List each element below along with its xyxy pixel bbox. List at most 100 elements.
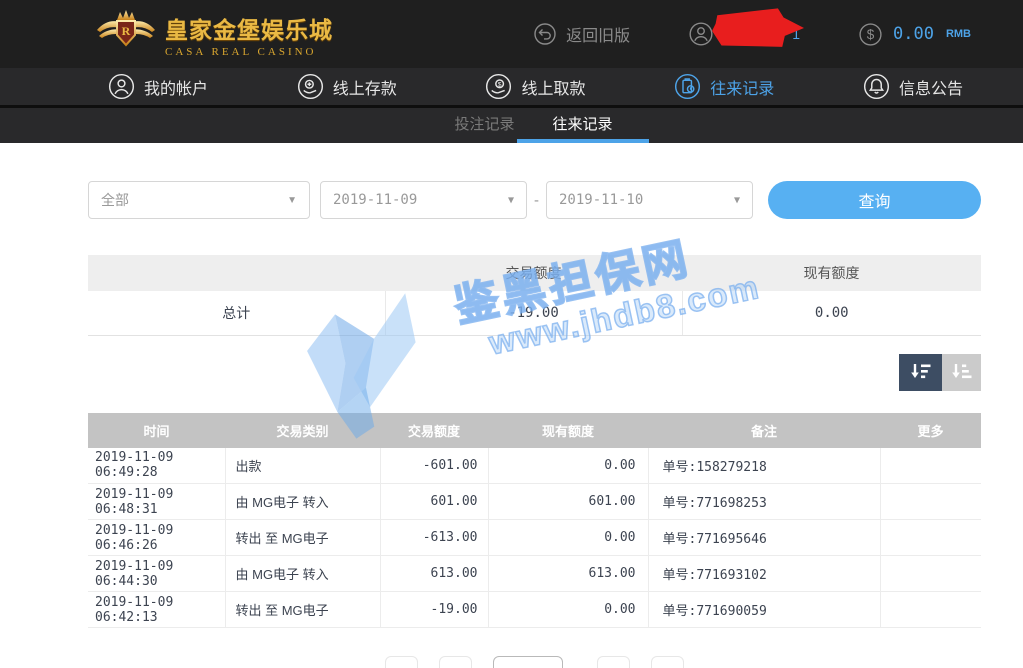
type-select[interactable]: 全部 ▼: [88, 181, 310, 219]
table-cell: [880, 520, 981, 556]
nav-label: 信息公告: [899, 75, 963, 99]
table-cell: -601.00: [380, 448, 488, 484]
chevron-down-icon: ▼: [508, 195, 514, 206]
chevron-down-icon: ▼: [734, 195, 740, 206]
account-user-icon: [108, 73, 135, 100]
col-header-transaction-type: 交易类别: [225, 413, 380, 448]
table-cell: 613.00: [488, 556, 648, 592]
nav-item-my-account[interactable]: 我的帐户: [108, 73, 208, 100]
deposit-hand-coin-icon: [297, 73, 324, 100]
table-cell: 2019-11-09 06:48:31: [88, 484, 225, 520]
table-cell: 单号:771690059: [648, 592, 880, 628]
table-row: 2019-11-09 06:49:28出款-601.000.00单号:15827…: [88, 448, 981, 484]
bell-icon: [863, 73, 890, 100]
table-cell: [880, 484, 981, 520]
tab-betting-records[interactable]: 投注记录: [452, 108, 516, 143]
table-cell: 单号:771695646: [648, 520, 880, 556]
dollar-icon: $: [858, 22, 883, 47]
summary-total-label: 总计: [88, 291, 385, 335]
date-from-value: 2019-11-09: [333, 192, 417, 208]
table-cell: 2019-11-09 06:49:28: [88, 448, 225, 484]
table-cell: 转出 至 MG电子: [225, 520, 380, 556]
pagination-last-button[interactable]: »: [651, 656, 684, 668]
table-cell: 由 MG电子 转入: [225, 484, 380, 520]
topbar-right: 返回旧版 1 $: [533, 21, 971, 47]
nav-item-online-withdrawal[interactable]: $ 线上取款: [485, 73, 585, 100]
table-row: 2019-11-09 06:42:13转出 至 MG电子-19.000.00单号…: [88, 592, 981, 628]
table-cell: 由 MG电子 转入: [225, 556, 380, 592]
nav-label: 线上存款: [333, 75, 397, 99]
svg-text:$: $: [498, 82, 502, 89]
nav-item-transaction-records[interactable]: 往来记录: [674, 73, 774, 100]
pagination-first-button[interactable]: «: [385, 656, 418, 668]
svg-text:$: $: [867, 27, 875, 42]
summary-header-row: 交易额度 现有额度: [88, 255, 981, 291]
nav-label: 线上取款: [521, 75, 585, 99]
records-header-row: 时间 交易类别 交易额度 现有额度 备注 更多: [88, 413, 981, 448]
table-cell: 601.00: [488, 484, 648, 520]
summary-table: 交易额度 现有额度 总计 -19.00 0.00: [88, 255, 981, 336]
tab-transaction-records[interactable]: 往来记录: [551, 108, 615, 143]
chevron-down-icon: ▼: [287, 195, 297, 206]
summary-header-empty: [88, 255, 385, 291]
nav-label: 我的帐户: [144, 75, 208, 99]
date-from-select[interactable]: 2019-11-09 ▼: [320, 181, 527, 219]
table-cell: 2019-11-09 06:46:26: [88, 520, 225, 556]
table-cell: 出款: [225, 448, 380, 484]
table-row: 2019-11-09 06:44:30由 MG电子 转入613.00613.00…: [88, 556, 981, 592]
table-row: 2019-11-09 06:46:26转出 至 MG电子-613.000.00单…: [88, 520, 981, 556]
sort-desc-icon: [908, 361, 933, 383]
records-table: 时间 交易类别 交易额度 现有额度 备注 更多 2019-11-09 06:49…: [88, 413, 981, 629]
col-header-transaction-amount: 交易额度: [380, 413, 488, 448]
table-cell: 2019-11-09 06:44:30: [88, 556, 225, 592]
col-header-remarks: 备注: [648, 413, 880, 448]
type-select-value: 全部: [101, 190, 129, 210]
col-header-current-amount: 现有额度: [488, 413, 648, 448]
filter-bar: 全部 ▼ 2019-11-09 ▼ - 2019-11-10 ▼ 查询: [88, 181, 981, 219]
redaction-overlay: [712, 6, 805, 50]
date-to-select[interactable]: 2019-11-10 ▼: [546, 181, 753, 219]
main-navigation: 我的帐户 线上存款 $ 线上取: [0, 68, 1023, 108]
nav-item-announcements[interactable]: 信息公告: [863, 73, 963, 100]
sort-controls: [88, 354, 981, 391]
table-cell: 0.00: [488, 592, 648, 628]
logo-text: 皇家金堡娱乐城 CASA REAL CASINO: [165, 11, 333, 58]
sort-descending-button[interactable]: [899, 354, 942, 391]
back-arrow-icon: [533, 22, 557, 46]
pagination-page-input[interactable]: [493, 656, 563, 668]
logo-title: 皇家金堡娱乐城: [165, 11, 333, 45]
sort-asc-icon: [949, 361, 974, 383]
summary-current-amount: 0.00: [682, 291, 981, 335]
date-range-separator: -: [534, 192, 539, 209]
records-clipboard-icon: [674, 73, 701, 100]
table-cell: 613.00: [380, 556, 488, 592]
casino-logo[interactable]: R 皇家金堡娱乐城 CASA REAL CASINO: [95, 9, 333, 60]
pagination-next-button[interactable]: ›: [597, 656, 630, 668]
nav-label: 往来记录: [710, 75, 774, 99]
summary-header-current-amount: 现有额度: [682, 255, 981, 291]
back-to-old-version-link[interactable]: 返回旧版: [533, 22, 630, 46]
nav-item-online-deposit[interactable]: 线上存款: [297, 73, 397, 100]
table-cell: 601.00: [380, 484, 488, 520]
table-cell: 2019-11-09 06:42:13: [88, 592, 225, 628]
table-cell: [880, 448, 981, 484]
table-cell: 单号:771693102: [648, 556, 880, 592]
col-header-time: 时间: [88, 413, 225, 448]
user-icon: [688, 21, 714, 47]
user-account[interactable]: 1: [688, 21, 800, 47]
table-cell: 0.00: [488, 520, 648, 556]
table-cell: -19.00: [380, 592, 488, 628]
withdraw-hand-dollar-icon: $: [485, 73, 512, 100]
record-subtabs: 投注记录 往来记录: [0, 108, 1023, 143]
casino-emblem-icon: R: [95, 9, 157, 60]
balance-display[interactable]: $ 0.00 RMB: [858, 22, 971, 47]
pagination-prev-button[interactable]: ‹: [439, 656, 472, 668]
records-table-body: 2019-11-09 06:49:28出款-601.000.00单号:15827…: [88, 448, 981, 628]
back-label: 返回旧版: [566, 22, 630, 46]
content-area: 全部 ▼ 2019-11-09 ▼ - 2019-11-10 ▼ 查询 交易额度…: [88, 146, 981, 668]
date-to-value: 2019-11-10: [559, 192, 643, 208]
sort-ascending-button[interactable]: [942, 354, 981, 391]
pagination: « ‹ , › »: [88, 656, 981, 668]
query-button[interactable]: 查询: [768, 181, 981, 219]
page: R 皇家金堡娱乐城 CASA REAL CASINO 返回旧版: [0, 0, 1023, 668]
